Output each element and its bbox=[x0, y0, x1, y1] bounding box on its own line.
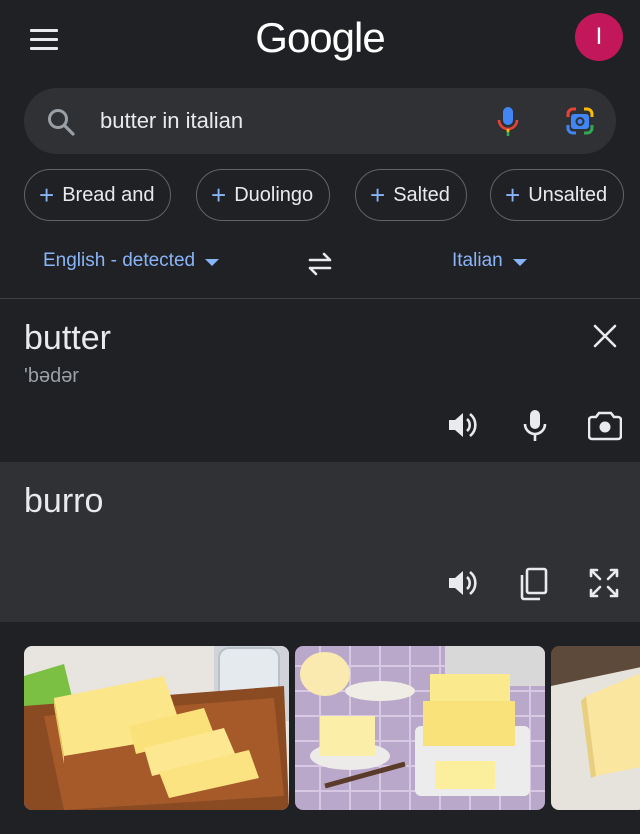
fullscreen-icon[interactable] bbox=[588, 567, 620, 599]
google-lens-icon[interactable] bbox=[564, 105, 596, 137]
caret-down-icon bbox=[512, 259, 527, 266]
plus-icon: + bbox=[370, 180, 386, 210]
source-text[interactable]: butter bbox=[24, 319, 111, 358]
google-logo[interactable]: Google bbox=[0, 14, 640, 62]
caret-down-icon bbox=[205, 259, 220, 266]
butter-image[interactable] bbox=[551, 646, 640, 810]
language-selector-row: English - detected Italian bbox=[0, 238, 640, 288]
butter-image[interactable] bbox=[295, 646, 545, 810]
search-input[interactable] bbox=[100, 108, 480, 134]
translated-text[interactable]: burro bbox=[24, 482, 103, 521]
translation-panel: burro bbox=[0, 462, 640, 622]
plus-icon: + bbox=[505, 180, 521, 210]
plus-icon: + bbox=[211, 180, 227, 210]
chip-label: Duolingo bbox=[234, 183, 314, 206]
chip-bread-and[interactable]: + Bread and bbox=[24, 169, 172, 221]
chip-salted[interactable]: + Salted bbox=[355, 169, 467, 221]
search-icon[interactable] bbox=[46, 107, 76, 137]
copy-icon[interactable] bbox=[518, 567, 548, 601]
swap-icon[interactable] bbox=[304, 250, 336, 278]
source-text-panel: butter 'bədər bbox=[0, 299, 640, 462]
plus-icon: + bbox=[39, 180, 55, 210]
chip-label: Salted bbox=[393, 183, 450, 206]
close-icon[interactable] bbox=[592, 323, 618, 349]
chip-label: Bread and bbox=[62, 183, 155, 206]
camera-icon[interactable] bbox=[588, 409, 622, 441]
source-language-dropdown[interactable]: English - detected bbox=[43, 250, 220, 272]
search-bar[interactable] bbox=[24, 88, 616, 154]
image-results-carousel bbox=[0, 622, 640, 834]
chip-unsalted[interactable]: + Unsalted bbox=[490, 169, 625, 221]
mic-icon[interactable] bbox=[496, 105, 520, 139]
source-language-label: English - detected bbox=[43, 250, 196, 271]
header: Google I bbox=[0, 0, 640, 80]
chip-label: Unsalted bbox=[528, 183, 608, 206]
target-language-label: Italian bbox=[452, 250, 503, 271]
account-avatar[interactable]: I bbox=[575, 13, 623, 61]
target-language-dropdown[interactable]: Italian bbox=[452, 250, 527, 272]
butter-image[interactable] bbox=[24, 646, 289, 810]
mic-icon[interactable] bbox=[522, 409, 548, 443]
speaker-icon[interactable] bbox=[446, 409, 478, 441]
chip-duolingo[interactable]: + Duolingo bbox=[196, 169, 331, 221]
phonetic-transcription: 'bədər bbox=[24, 365, 79, 387]
suggestion-chips: + Bread and + Duolingo + Salted + Unsalt… bbox=[24, 169, 640, 221]
speaker-icon[interactable] bbox=[446, 567, 478, 599]
